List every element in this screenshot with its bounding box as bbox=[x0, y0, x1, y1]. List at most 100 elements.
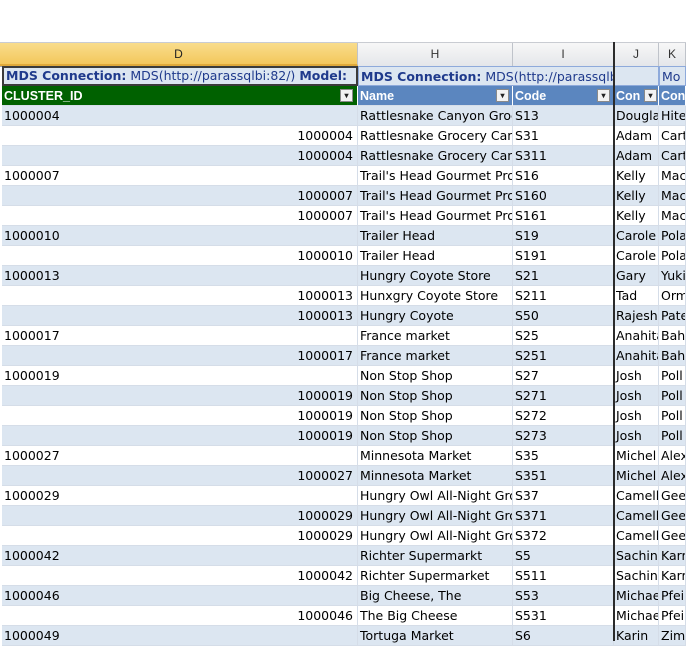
code-cell[interactable]: S273 bbox=[513, 426, 614, 446]
contact-last-cell[interactable]: Pate bbox=[659, 306, 686, 326]
cluster-id-cell[interactable]: 1000007 bbox=[2, 186, 358, 206]
name-cell[interactable]: Tortuga Market bbox=[358, 626, 513, 646]
contact-first-cell[interactable]: Michel bbox=[614, 466, 659, 486]
header-contact-last[interactable]: Con bbox=[659, 86, 686, 106]
dropdown-filter-icon[interactable]: ▾ bbox=[644, 89, 657, 102]
column-header-k[interactable]: K bbox=[659, 43, 686, 66]
contact-last-cell[interactable]: Hite bbox=[659, 106, 686, 126]
code-cell[interactable]: S37 bbox=[513, 486, 614, 506]
contact-first-cell[interactable]: Karin bbox=[614, 626, 659, 646]
contact-last-cell[interactable]: Alex bbox=[659, 466, 686, 486]
header-contact-first[interactable]: Con ▾ bbox=[614, 86, 659, 106]
mds-connection-cell-j[interactable] bbox=[614, 66, 659, 86]
cluster-id-cell[interactable]: 1000007 bbox=[2, 206, 358, 226]
name-cell[interactable]: Rattlesnake Grocery Canyon bbox=[358, 146, 513, 166]
code-cell[interactable]: S371 bbox=[513, 506, 614, 526]
code-cell[interactable]: S251 bbox=[513, 346, 614, 366]
name-cell[interactable]: Non Stop Shop bbox=[358, 366, 513, 386]
contact-last-cell[interactable]: Bah bbox=[659, 326, 686, 346]
cluster-id-cell[interactable]: 1000017 bbox=[2, 326, 358, 346]
contact-last-cell[interactable]: Karr bbox=[659, 546, 686, 566]
contact-last-cell[interactable]: Gee bbox=[659, 486, 686, 506]
contact-first-cell[interactable]: Sachin bbox=[614, 566, 659, 586]
name-cell[interactable]: Rattlesnake Grocery Canyon bbox=[358, 126, 513, 146]
name-cell[interactable]: Hungry Owl All-Night Grocers bbox=[358, 486, 513, 506]
header-name[interactable]: Name ▾ bbox=[358, 86, 513, 106]
sort-filter-icon[interactable]: ▾ bbox=[340, 89, 353, 102]
contact-last-cell[interactable]: Yuki bbox=[659, 266, 686, 286]
code-cell[interactable]: S25 bbox=[513, 326, 614, 346]
name-cell[interactable]: The Big Cheese bbox=[358, 606, 513, 626]
contact-last-cell[interactable]: Zim bbox=[659, 626, 686, 646]
code-cell[interactable]: S311 bbox=[513, 146, 614, 166]
name-cell[interactable]: Hungry Owl All-Night Grocers bbox=[358, 526, 513, 546]
contact-first-cell[interactable]: Kelly bbox=[614, 186, 659, 206]
cluster-id-cell[interactable]: 1000013 bbox=[2, 266, 358, 286]
name-cell[interactable]: Trail's Head Gourmet Provisioners bbox=[358, 166, 513, 186]
cluster-id-cell[interactable]: 1000013 bbox=[2, 286, 358, 306]
name-cell[interactable]: Non Stop Shop bbox=[358, 426, 513, 446]
name-cell[interactable]: Richter Supermarket bbox=[358, 566, 513, 586]
cluster-id-cell[interactable]: 1000046 bbox=[2, 606, 358, 626]
contact-first-cell[interactable]: Rajesh bbox=[614, 306, 659, 326]
dropdown-filter-icon[interactable]: ▾ bbox=[496, 89, 509, 102]
mds-connection-cell-k[interactable]: Mo bbox=[659, 66, 686, 86]
code-cell[interactable]: S511 bbox=[513, 566, 614, 586]
cluster-id-cell[interactable]: 1000004 bbox=[2, 126, 358, 146]
name-cell[interactable]: Non Stop Shop bbox=[358, 406, 513, 426]
contact-last-cell[interactable]: Mac bbox=[659, 166, 686, 186]
contact-last-cell[interactable]: Mac bbox=[659, 206, 686, 226]
name-cell[interactable]: Trailer Head bbox=[358, 246, 513, 266]
code-cell[interactable]: S16 bbox=[513, 166, 614, 186]
code-cell[interactable]: S5 bbox=[513, 546, 614, 566]
cluster-id-cell[interactable]: 1000046 bbox=[2, 586, 358, 606]
contact-last-cell[interactable]: Bah bbox=[659, 346, 686, 366]
code-cell[interactable]: S211 bbox=[513, 286, 614, 306]
contact-first-cell[interactable]: Josh bbox=[614, 426, 659, 446]
contact-first-cell[interactable]: Adam bbox=[614, 126, 659, 146]
name-cell[interactable]: Hunxgry Coyote Store bbox=[358, 286, 513, 306]
contact-first-cell[interactable]: Michael bbox=[614, 606, 659, 626]
cluster-id-cell[interactable]: 1000019 bbox=[2, 386, 358, 406]
name-cell[interactable]: Hungry Coyote bbox=[358, 306, 513, 326]
code-cell[interactable]: S271 bbox=[513, 386, 614, 406]
code-cell[interactable]: S27 bbox=[513, 366, 614, 386]
name-cell[interactable]: Minnesota Market bbox=[358, 466, 513, 486]
name-cell[interactable]: Minnesota Market bbox=[358, 446, 513, 466]
contact-first-cell[interactable]: Adam bbox=[614, 146, 659, 166]
contact-last-cell[interactable]: Orm bbox=[659, 286, 686, 306]
contact-first-cell[interactable]: Kelly bbox=[614, 166, 659, 186]
name-cell[interactable]: Big Cheese, The bbox=[358, 586, 513, 606]
column-header-h[interactable]: H bbox=[358, 43, 513, 66]
contact-last-cell[interactable]: Gee bbox=[659, 506, 686, 526]
code-cell[interactable]: S272 bbox=[513, 406, 614, 426]
contact-first-cell[interactable]: Douglas bbox=[614, 106, 659, 126]
contact-first-cell[interactable]: Tad bbox=[614, 286, 659, 306]
contact-first-cell[interactable]: Camellia bbox=[614, 486, 659, 506]
code-cell[interactable]: S35 bbox=[513, 446, 614, 466]
column-header-i[interactable]: I bbox=[513, 43, 614, 66]
cluster-id-cell[interactable]: 1000029 bbox=[2, 506, 358, 526]
contact-last-cell[interactable]: Carter bbox=[659, 146, 686, 166]
name-cell[interactable]: France market bbox=[358, 346, 513, 366]
cluster-id-cell[interactable]: 1000019 bbox=[2, 426, 358, 446]
contact-first-cell[interactable]: Kelly bbox=[614, 206, 659, 226]
code-cell[interactable]: S31 bbox=[513, 126, 614, 146]
cluster-id-cell[interactable]: 1000007 bbox=[2, 166, 358, 186]
header-code[interactable]: Code ▾ bbox=[513, 86, 614, 106]
contact-first-cell[interactable]: Michel bbox=[614, 446, 659, 466]
contact-first-cell[interactable]: Michael bbox=[614, 586, 659, 606]
mds-connection-cell-h[interactable]: MDS Connection: MDS(http://parassqlbi:82… bbox=[358, 66, 614, 86]
code-cell[interactable]: S161 bbox=[513, 206, 614, 226]
dropdown-filter-icon[interactable]: ▾ bbox=[597, 89, 610, 102]
name-cell[interactable]: Rattlesnake Canyon Grocery bbox=[358, 106, 513, 126]
code-cell[interactable]: S50 bbox=[513, 306, 614, 326]
name-cell[interactable]: Non Stop Shop bbox=[358, 386, 513, 406]
cluster-id-cell[interactable]: 1000010 bbox=[2, 226, 358, 246]
contact-last-cell[interactable]: Poll bbox=[659, 426, 686, 446]
contact-first-cell[interactable]: Camellia bbox=[614, 506, 659, 526]
contact-first-cell[interactable]: Carole bbox=[614, 246, 659, 266]
cluster-id-cell[interactable]: 1000019 bbox=[2, 366, 358, 386]
name-cell[interactable]: Trail's Head Gourmet Provisioners bbox=[358, 186, 513, 206]
header-cluster-id[interactable]: CLUSTER_ID ▾ bbox=[2, 86, 358, 106]
